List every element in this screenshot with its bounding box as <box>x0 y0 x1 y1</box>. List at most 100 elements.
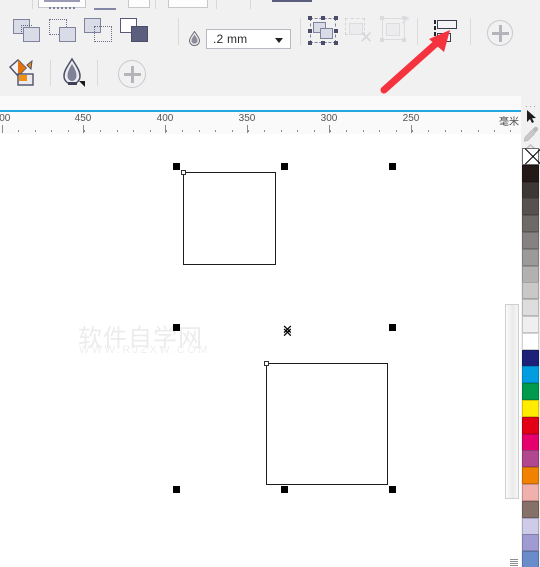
convert-icon-shape <box>386 23 400 36</box>
outline-width-value: .2 mm <box>213 32 248 46</box>
selection-handle[interactable] <box>173 486 180 493</box>
ruler-minor-tick <box>84 130 85 132</box>
selection-handle[interactable] <box>389 163 396 170</box>
simplify-button[interactable] <box>118 15 152 48</box>
ruler-minor-tick <box>297 130 298 132</box>
combine-button[interactable] <box>306 15 340 48</box>
outline-width-icon <box>188 30 201 47</box>
partial-control-5[interactable] <box>94 8 116 10</box>
partial-control-3[interactable] <box>168 0 208 8</box>
ruler-unit-label: 毫米 <box>499 117 519 128</box>
intersect-button[interactable] <box>82 15 116 48</box>
palette-swatch-grey-20[interactable] <box>522 299 539 317</box>
convert-icon-node <box>402 38 406 42</box>
ruler-minor-tick <box>51 130 52 132</box>
ruler-minor-tick <box>461 130 462 132</box>
palette-swatch-no-color[interactable] <box>522 148 539 165</box>
palette-swatch-dark-blue[interactable] <box>522 349 539 367</box>
outline-pen-tool-button[interactable] <box>58 57 92 90</box>
vertical-scrollbar[interactable] <box>503 134 521 567</box>
palette-swatch-dark-grey-90[interactable] <box>522 181 539 199</box>
palette-swatch-pink[interactable] <box>522 484 539 501</box>
palette-swatch-grey-40[interactable] <box>522 265 539 283</box>
ruler-minor-tick <box>150 130 151 132</box>
watermark-cn: 软件自学网 <box>78 324 203 352</box>
horizontal-ruler[interactable]: 毫米 500 450 400 350 300 250 <box>0 112 521 135</box>
ruler-minor-tick <box>182 130 183 132</box>
palette-swatch-light-lavender[interactable] <box>522 517 539 535</box>
selection-handle[interactable] <box>389 486 396 493</box>
selection-center-marker[interactable]: ✕ <box>282 327 293 340</box>
palette-swatch-magenta[interactable] <box>522 433 539 451</box>
align-and-distribute-button[interactable] <box>428 15 462 48</box>
palette-swatch-red[interactable] <box>522 416 539 434</box>
ruler-tick-label: 450 <box>74 113 92 124</box>
rectangle-bottom[interactable] <box>266 363 388 485</box>
intersect-icon-shape-b <box>94 26 112 42</box>
palette-swatch-grey-30[interactable] <box>522 282 539 300</box>
palette-swatch-grey-60[interactable] <box>522 232 539 249</box>
palette-swatch-grey-10[interactable] <box>522 316 539 333</box>
weld-button[interactable] <box>10 15 44 48</box>
palette-swatch-brown-grey[interactable] <box>522 500 539 518</box>
palette-swatch-purple-red[interactable] <box>522 450 539 468</box>
strip-divider <box>250 0 251 9</box>
palette-swatch-orange[interactable] <box>522 467 539 485</box>
combine-icon-shape-b <box>320 28 333 39</box>
watermark: 软件自学网 WWW.RJZXW.COM <box>78 318 228 358</box>
vertical-scrollbar-thumb[interactable] <box>505 304 519 566</box>
selection-handle[interactable] <box>173 163 180 170</box>
strip-divider <box>32 0 33 9</box>
ruler-tick-label: 400 <box>156 113 174 124</box>
ruler-minor-tick <box>18 130 19 132</box>
ruler-tick-label: 500 <box>0 113 11 124</box>
palette-swatch-grey-50[interactable] <box>522 248 539 266</box>
palette-swatch-black[interactable] <box>522 164 539 182</box>
palette-swatch-dark-grey-80[interactable] <box>522 198 539 216</box>
toolbar-divider <box>97 60 98 86</box>
selection-handle[interactable] <box>389 324 396 331</box>
rectangle-bottom-node-handle[interactable] <box>264 361 269 366</box>
combine-icon-node <box>334 29 338 33</box>
toolbar-divider <box>470 18 471 45</box>
property-bar-row-1: .2 mm ✕ ↗ <box>0 11 540 53</box>
ruler-minor-tick <box>100 130 101 132</box>
trim-icon-shape-b <box>59 27 76 42</box>
align-icon-bar-bottom <box>437 33 451 42</box>
ruler-minor-tick <box>133 130 134 132</box>
combine-icon-node <box>308 29 312 33</box>
selection-handle[interactable] <box>281 486 288 493</box>
pick-tool-icon <box>527 110 536 123</box>
outline-width-combobox[interactable]: .2 mm <box>206 29 291 49</box>
ruler-minor-tick <box>281 130 282 132</box>
ruler-minor-tick <box>510 130 511 132</box>
color-palette[interactable] <box>521 148 540 567</box>
simplify-icon-shape-b <box>131 26 148 42</box>
rectangle-top-node-handle[interactable] <box>181 170 186 175</box>
ruler-minor-tick <box>445 130 446 132</box>
partial-control-1-fill <box>44 0 80 2</box>
trim-button[interactable] <box>46 15 80 48</box>
palette-swatch-white[interactable] <box>522 332 539 350</box>
ruler-minor-tick <box>248 130 249 132</box>
pick-tool-button[interactable] <box>521 108 540 125</box>
palette-swatch-lavender[interactable] <box>522 534 539 552</box>
chevron-down-icon[interactable] <box>275 38 283 43</box>
selection-handle[interactable] <box>281 163 288 170</box>
add-toolbar-item-button-2[interactable] <box>118 60 146 88</box>
add-toolbar-item-button[interactable] <box>487 20 513 46</box>
palette-swatch-cyan-blue[interactable] <box>522 366 539 384</box>
drawing-canvas[interactable]: 软件自学网 WWW.RJZXW.COM ✕ ✕ <box>0 134 503 567</box>
partial-control-4[interactable] <box>272 0 312 2</box>
fill-tool-button[interactable] <box>6 57 40 90</box>
ruler-minor-tick <box>2 130 3 132</box>
palette-swatch-green[interactable] <box>522 383 539 401</box>
rectangle-top[interactable] <box>183 172 276 265</box>
palette-swatch-yellow[interactable] <box>522 400 539 417</box>
partial-control-2[interactable] <box>128 0 150 8</box>
ruler-minor-tick <box>412 130 413 132</box>
palette-swatch-steel-blue[interactable] <box>522 551 539 567</box>
palette-swatch-grey-70[interactable] <box>522 215 539 233</box>
selection-handle[interactable] <box>173 324 180 331</box>
ruler-minor-tick <box>330 130 331 132</box>
